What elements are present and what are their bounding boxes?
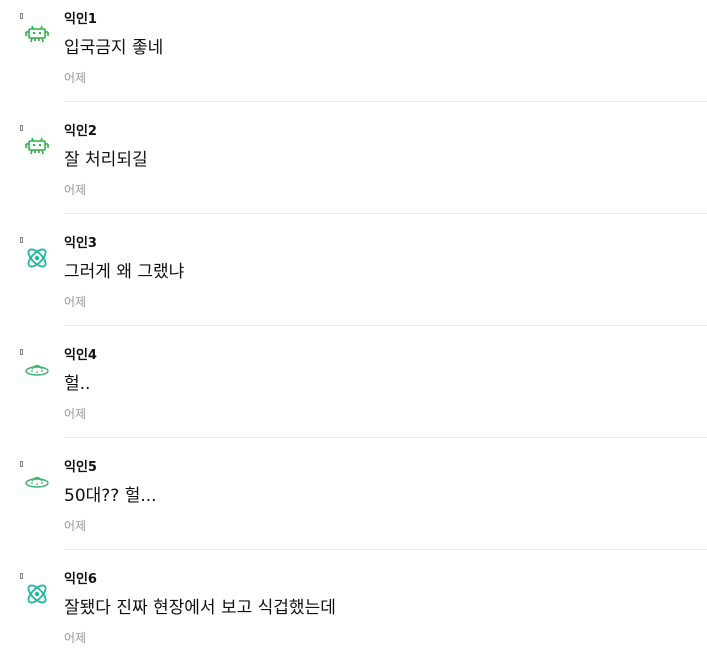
comment-list: 익인1 입국금지 좋네 어제 익인2 잘 처리되길 어제 익인3 그러게 왜 그…	[0, 0, 707, 660]
comment-text: 잘됐다 진짜 현장에서 보고 식겁했는데	[64, 598, 336, 618]
avatar-badge-icon	[20, 573, 23, 579]
ufo-icon	[25, 364, 49, 376]
comment-timestamp: 어제	[64, 295, 87, 309]
comment-text: 입국금지 좋네	[64, 38, 164, 58]
avatar[interactable]	[20, 461, 52, 497]
comment-text: 헐..	[64, 374, 91, 394]
avatar-badge-icon	[20, 461, 23, 467]
avatar[interactable]	[20, 125, 52, 161]
comment-item: 익인2 잘 처리되길 어제	[0, 112, 707, 224]
avatar-badge-icon	[20, 125, 23, 131]
avatar-badge-icon	[20, 349, 23, 355]
comment-item: 익인3 그러게 왜 그랬냐 어제	[0, 224, 707, 336]
avatar[interactable]	[20, 13, 52, 49]
comment-author[interactable]: 익인4	[64, 348, 97, 364]
comment-text: 잘 처리되길	[64, 150, 148, 170]
comment-timestamp: 어제	[64, 519, 87, 533]
comment-item: 익인4 헐.. 어제	[0, 336, 707, 448]
comment-item: 익인5 50대?? 헐... 어제	[0, 448, 707, 560]
comment-item: 익인6 잘됐다 진짜 현장에서 보고 식겁했는데 어제	[0, 560, 707, 660]
comment-divider	[64, 549, 707, 550]
ufo-icon	[25, 476, 49, 488]
avatar-badge-icon	[20, 237, 23, 243]
space-invader-icon	[25, 137, 49, 155]
avatar[interactable]	[20, 573, 52, 609]
atom-icon	[27, 248, 47, 268]
comment-divider	[64, 101, 707, 102]
space-invader-icon	[25, 25, 49, 43]
comment-author[interactable]: 익인5	[64, 460, 97, 476]
comment-author[interactable]: 익인2	[64, 124, 97, 140]
comment-timestamp: 어제	[64, 71, 87, 85]
comment-divider	[64, 213, 707, 214]
comment-text: 그러게 왜 그랬냐	[64, 262, 185, 282]
comment-item: 익인1 입국금지 좋네 어제	[0, 0, 707, 112]
avatar[interactable]	[20, 349, 52, 385]
comment-text: 50대?? 헐...	[64, 486, 157, 506]
comment-divider	[64, 437, 707, 438]
comment-author[interactable]: 익인6	[64, 572, 97, 588]
atom-icon	[27, 584, 47, 604]
avatar-badge-icon	[20, 13, 23, 19]
avatar[interactable]	[20, 237, 52, 273]
comment-timestamp: 어제	[64, 631, 87, 645]
comment-divider	[64, 325, 707, 326]
comment-timestamp: 어제	[64, 183, 87, 197]
comment-author[interactable]: 익인1	[64, 12, 97, 28]
comment-author[interactable]: 익인3	[64, 236, 97, 252]
comment-timestamp: 어제	[64, 407, 87, 421]
